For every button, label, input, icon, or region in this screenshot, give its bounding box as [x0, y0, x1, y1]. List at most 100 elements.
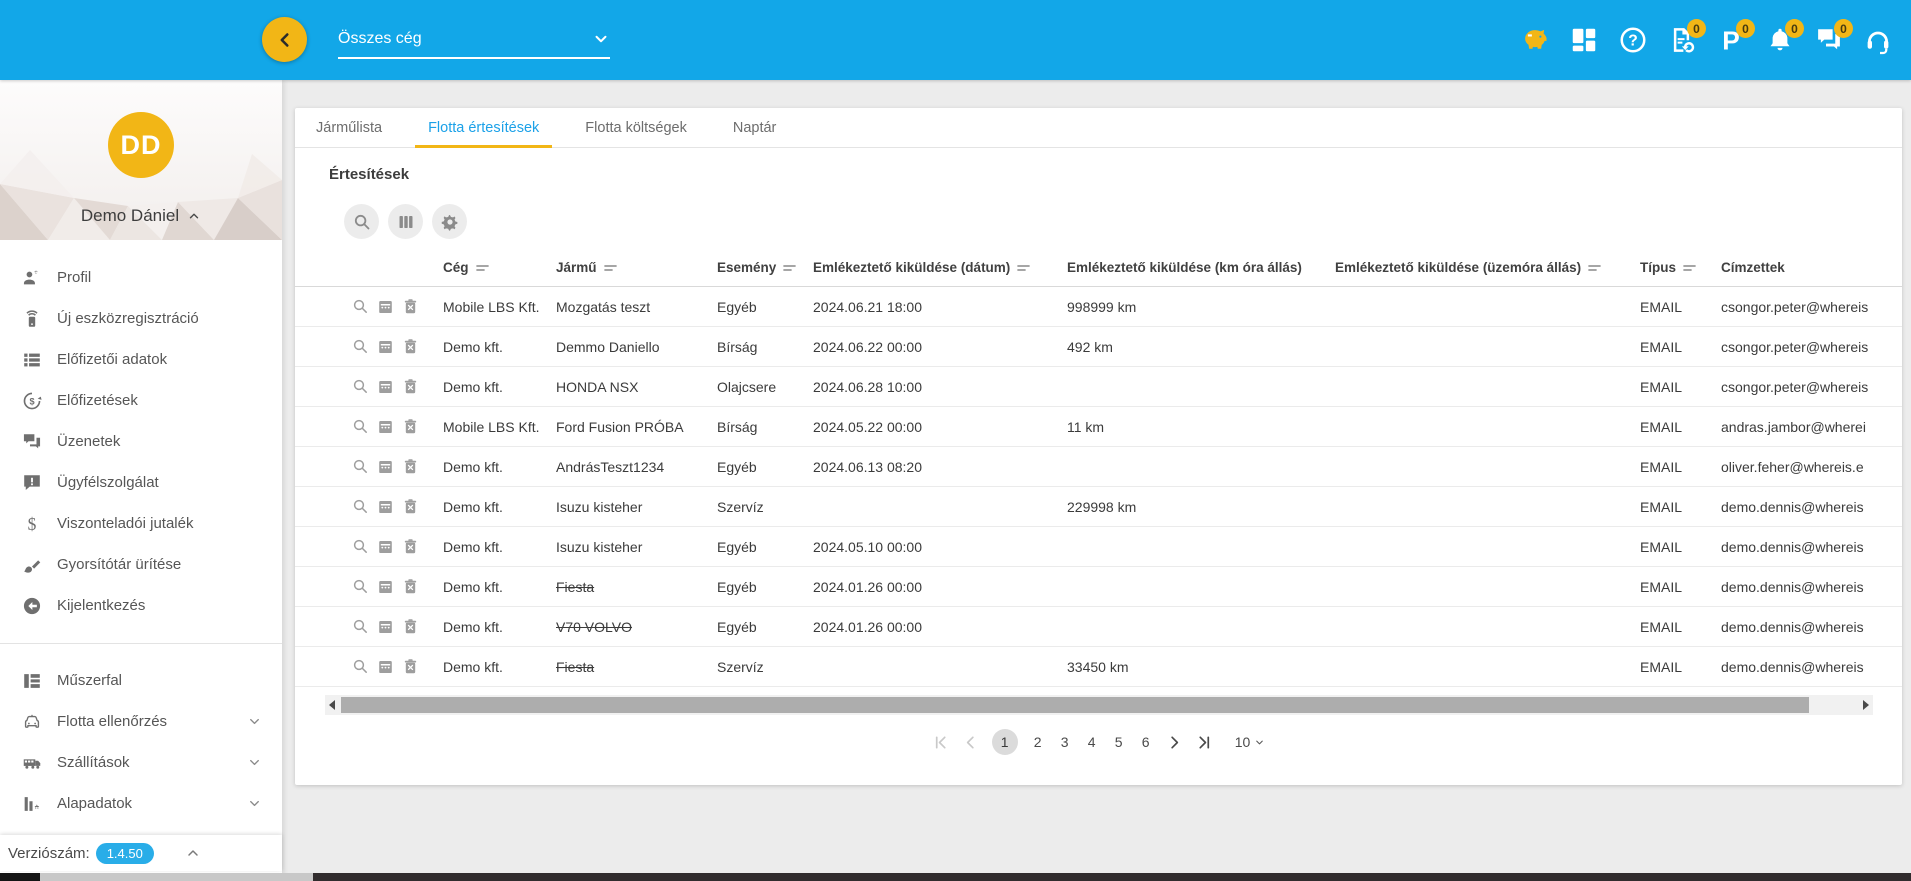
sidebar-item-kijelentkezes[interactable]: Kijelentkezés [0, 585, 282, 626]
column-header-ceg[interactable]: Cég [443, 260, 556, 275]
company-select[interactable]: Összes cég [338, 30, 610, 59]
sidebar-item-flotta-ellenorzes[interactable]: Flotta ellenőrzés [0, 701, 282, 742]
pagination-page-3[interactable]: 3 [1058, 734, 1072, 750]
chevron-down-icon [247, 755, 262, 770]
table-row: Demo kft.HONDA NSXOlajcsere2024.06.28 10… [295, 367, 1902, 407]
pagination-prev-button[interactable] [962, 734, 979, 751]
sidebar-item-elofizetesek[interactable]: $Előfizetések [0, 380, 282, 421]
profile-name-toggle[interactable]: Demo Dániel [0, 206, 282, 226]
sidebar-item-profil[interactable]: Profil [0, 257, 282, 298]
row-calendar-button[interactable] [377, 658, 394, 675]
column-header-emlekezteto-kikuldese-km-ora-allas[interactable]: Emlékeztető kiküldése (km óra állás) [1067, 260, 1335, 275]
pagination-next-button[interactable] [1166, 734, 1183, 751]
row-view-button[interactable] [352, 498, 369, 515]
table-gear-button[interactable] [432, 204, 467, 239]
tab-jarmulista[interactable]: Járműlista [303, 108, 395, 147]
row-view-button[interactable] [352, 458, 369, 475]
row-calendar-button[interactable] [377, 418, 394, 435]
tab-naptar[interactable]: Naptár [720, 108, 790, 147]
row-delete-button[interactable] [402, 618, 419, 635]
tab-flotta-koltsegek[interactable]: Flotta költségek [572, 108, 700, 147]
sidebar-item-gyorsitotar-uritese[interactable]: Gyorsítótár ürítése [0, 544, 282, 585]
scrollbar-thumb[interactable] [341, 697, 1809, 713]
row-view-button[interactable] [352, 658, 369, 675]
row-delete-button[interactable] [402, 338, 419, 355]
sort-icon[interactable] [1588, 263, 1601, 273]
sidebar-collapse-button[interactable] [262, 17, 307, 62]
pagination-page-4[interactable]: 4 [1085, 734, 1099, 750]
sort-icon[interactable] [1017, 263, 1030, 273]
row-view-button[interactable] [352, 538, 369, 555]
row-calendar-button[interactable] [377, 298, 394, 315]
row-view-button[interactable] [352, 378, 369, 395]
sort-icon[interactable] [783, 263, 796, 273]
column-header-emlekezteto-kikuldese-datum[interactable]: Emlékeztető kiküldése (dátum) [813, 260, 1067, 275]
topbar-piggy-bank-button[interactable] [1518, 23, 1552, 57]
sidebar-item-viszonteladoi-jutalek[interactable]: $Viszonteladói jutalék [0, 503, 282, 544]
row-view-button[interactable] [352, 338, 369, 355]
cell-reminder-km: 998999 km [1067, 299, 1335, 315]
row-calendar-button[interactable] [377, 458, 394, 475]
topbar-chat-button[interactable]: 0 [1812, 23, 1846, 57]
column-header-cimzettek[interactable]: Címzettek [1721, 260, 1902, 275]
column-header-emlekezteto-kikuldese-uzemora-allas[interactable]: Emlékeztető kiküldése (üzemóra állás) [1335, 260, 1640, 275]
pagination-page-1[interactable]: 1 [992, 729, 1018, 755]
column-header-jarmu[interactable]: Jármű [556, 260, 717, 275]
sidebar-item-uzenetek[interactable]: Üzenetek [0, 421, 282, 462]
topbar-bell-button[interactable]: 0 [1763, 23, 1797, 57]
scroll-right-arrow[interactable] [1859, 695, 1873, 715]
topbar-headset-button[interactable] [1861, 23, 1895, 57]
column-header-tipus[interactable]: Típus [1640, 260, 1721, 275]
pagination-page-2[interactable]: 2 [1031, 734, 1045, 750]
pagination-first-button[interactable] [932, 734, 949, 751]
sort-icon[interactable] [476, 263, 489, 273]
panel-head: Értesítések [295, 148, 1902, 249]
cell-company: Demo kft. [443, 619, 556, 635]
pagination-page-6[interactable]: 6 [1139, 734, 1153, 750]
page-size-select[interactable]: 10 [1235, 734, 1266, 750]
table-search-button[interactable] [344, 204, 379, 239]
row-view-button[interactable] [352, 578, 369, 595]
scroll-left-arrow[interactable] [325, 695, 339, 715]
chevron-up-icon[interactable] [185, 845, 201, 861]
sidebar-item-alapadatok[interactable]: Alapadatok [0, 783, 282, 824]
sort-icon[interactable] [604, 263, 617, 273]
pagination-last-button[interactable] [1196, 734, 1213, 751]
row-calendar-button[interactable] [377, 498, 394, 515]
sidebar-item-ugyfelszolgalat[interactable]: Ügyfélszolgálat [0, 462, 282, 503]
cell-type: EMAIL [1640, 299, 1721, 315]
pagination-page-5[interactable]: 5 [1112, 734, 1126, 750]
sidebar-item-szallitasok[interactable]: Szállítások [0, 742, 282, 783]
topbar-dashboard-grid-button[interactable] [1567, 23, 1601, 57]
tab-flotta-ertesitesek[interactable]: Flotta értesítések [415, 108, 552, 147]
row-view-button[interactable] [352, 618, 369, 635]
row-delete-button[interactable] [402, 378, 419, 395]
row-delete-button[interactable] [402, 458, 419, 475]
row-delete-button[interactable] [402, 498, 419, 515]
row-calendar-button[interactable] [377, 538, 394, 555]
sidebar-item-elofizetoi-adatok[interactable]: Előfizetői adatok [0, 339, 282, 380]
sort-icon[interactable] [1683, 263, 1696, 273]
row-delete-button[interactable] [402, 538, 419, 555]
sidebar-item-uj-eszkozregisztracio[interactable]: Új eszközregisztráció [0, 298, 282, 339]
sidebar-item-label: Profil [57, 269, 91, 286]
notification-badge: 0 [1834, 19, 1853, 38]
row-calendar-button[interactable] [377, 338, 394, 355]
row-view-button[interactable] [352, 298, 369, 315]
row-delete-button[interactable] [402, 298, 419, 315]
row-calendar-button[interactable] [377, 618, 394, 635]
row-delete-button[interactable] [402, 418, 419, 435]
column-header-esemeny[interactable]: Esemény [717, 260, 813, 275]
topbar-document-refresh-button[interactable]: 0 [1665, 23, 1699, 57]
row-calendar-button[interactable] [377, 378, 394, 395]
row-delete-button[interactable] [402, 578, 419, 595]
row-calendar-button[interactable] [377, 578, 394, 595]
topbar-parking-button[interactable]: P0 [1714, 23, 1748, 57]
cell-type: EMAIL [1640, 659, 1721, 675]
table-columns-button[interactable] [388, 204, 423, 239]
topbar-help-button[interactable]: ? [1616, 23, 1650, 57]
row-delete-button[interactable] [402, 658, 419, 675]
row-view-button[interactable] [352, 418, 369, 435]
sidebar-item-muszerfal[interactable]: Műszerfal [0, 660, 282, 701]
column-header-label: Esemény [717, 260, 776, 275]
